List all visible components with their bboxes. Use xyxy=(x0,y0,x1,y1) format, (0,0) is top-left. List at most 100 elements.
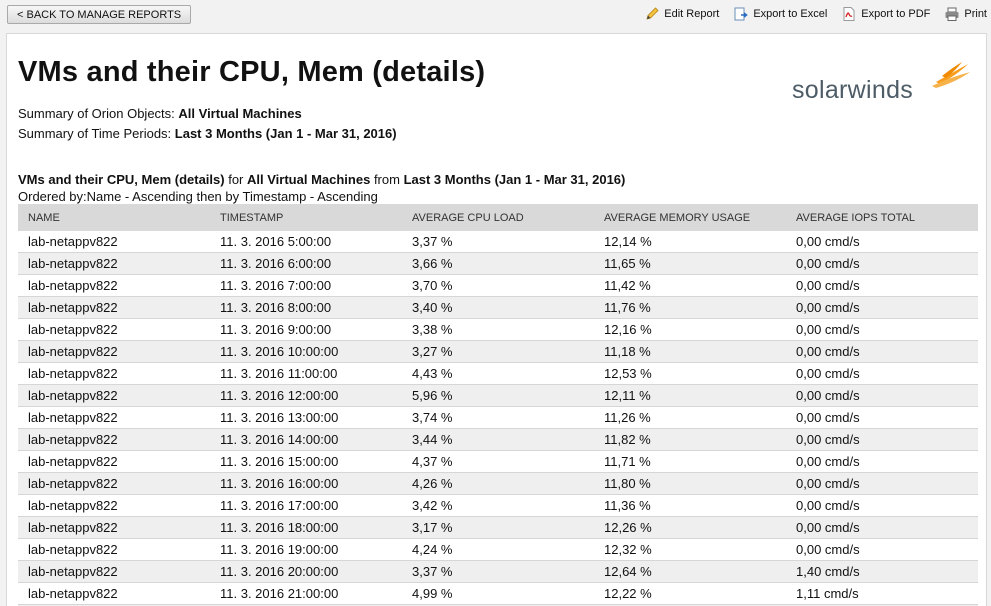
print-label: Print xyxy=(964,8,987,20)
section-for: for xyxy=(228,172,244,187)
ordered-by: Ordered by:Name - Ascending then by Time… xyxy=(18,189,378,204)
export-excel-label: Export to Excel xyxy=(753,8,828,20)
cell-name: lab-netappv822 xyxy=(18,538,210,561)
cell-memory-usage: 12,11 % xyxy=(594,384,786,407)
summary-objects-label: Summary of Orion Objects: xyxy=(18,106,175,121)
section-objects: All Virtual Machines xyxy=(247,172,371,187)
logo-flame-icon xyxy=(932,62,970,88)
cell-iops-total: 0,00 cmd/s xyxy=(786,362,978,385)
report-actions: Edit Report Export to Excel Export to PD… xyxy=(644,6,987,22)
table-row: lab-netappv822 11. 3. 2016 7:00:00 3,70 % 1… xyxy=(18,274,978,297)
cell-name: lab-netappv822 xyxy=(18,296,210,319)
cell-cpu-load: 3,37 % xyxy=(402,560,594,583)
table-row: lab-netappv822 11. 3. 2016 18:00:00 3,17 %… xyxy=(18,516,978,539)
table-row: lab-netappv822 11. 3. 2016 15:00:00 4,37 %… xyxy=(18,450,978,473)
cell-iops-total: 0,00 cmd/s xyxy=(786,516,978,539)
cell-memory-usage: 11,80 % xyxy=(594,472,786,495)
cell-name: lab-netappv822 xyxy=(18,406,210,429)
cell-iops-total: 0,00 cmd/s xyxy=(786,252,978,275)
edit-report-link[interactable]: Edit Report xyxy=(644,6,719,22)
table-row: lab-netappv822 11. 3. 2016 5:00:00 3,37 % 1… xyxy=(18,231,978,253)
summary-periods-label: Summary of Time Periods: xyxy=(18,126,172,141)
table-row: lab-netappv822 11. 3. 2016 10:00:00 3,27 %… xyxy=(18,340,978,363)
cell-iops-total: 0,00 cmd/s xyxy=(786,450,978,473)
cell-timestamp: 11. 3. 2016 10:00:00 xyxy=(210,340,402,363)
cell-name: lab-netappv822 xyxy=(18,428,210,451)
column-header-timestamp[interactable]: TIMESTAMP xyxy=(210,204,402,231)
section-from: from xyxy=(373,172,400,187)
cell-cpu-load: 3,42 % xyxy=(402,494,594,517)
cell-iops-total: 0,00 cmd/s xyxy=(786,428,978,451)
summary-periods: Summary of Time Periods: Last 3 Months (… xyxy=(18,126,397,141)
cell-cpu-load: 3,74 % xyxy=(402,406,594,429)
section-period: Last 3 Months (Jan 1 - Mar 31, 2016) xyxy=(403,172,626,187)
cell-memory-usage: 11,26 % xyxy=(594,406,786,429)
cell-name: lab-netappv822 xyxy=(18,494,210,517)
pdf-icon xyxy=(841,6,857,22)
cell-timestamp: 11. 3. 2016 8:00:00 xyxy=(210,296,402,319)
cell-cpu-load: 4,43 % xyxy=(402,362,594,385)
printer-icon xyxy=(944,6,960,22)
cell-timestamp: 11. 3. 2016 5:00:00 xyxy=(210,231,402,253)
cell-iops-total: 1,40 cmd/s xyxy=(786,560,978,583)
cell-timestamp: 11. 3. 2016 15:00:00 xyxy=(210,450,402,473)
report-table: NAME TIMESTAMP AVERAGE CPU LOAD AVERAGE … xyxy=(18,204,978,606)
table-row: lab-netappv822 11. 3. 2016 6:00:00 3,66 % 1… xyxy=(18,252,978,275)
export-pdf-link[interactable]: Export to PDF xyxy=(841,6,930,22)
summary-objects-value: All Virtual Machines xyxy=(178,106,302,121)
cell-memory-usage: 12,53 % xyxy=(594,362,786,385)
table-header-row: NAME TIMESTAMP AVERAGE CPU LOAD AVERAGE … xyxy=(18,204,978,231)
cell-timestamp: 11. 3. 2016 16:00:00 xyxy=(210,472,402,495)
cell-timestamp: 11. 3. 2016 18:00:00 xyxy=(210,516,402,539)
cell-timestamp: 11. 3. 2016 6:00:00 xyxy=(210,252,402,275)
cell-iops-total: 0,00 cmd/s xyxy=(786,296,978,319)
cell-cpu-load: 3,70 % xyxy=(402,274,594,297)
cell-memory-usage: 11,71 % xyxy=(594,450,786,473)
cell-memory-usage: 11,76 % xyxy=(594,296,786,319)
column-header-iops-total[interactable]: AVERAGE IOPS TOTAL xyxy=(786,204,978,231)
table-row: lab-netappv822 11. 3. 2016 20:00:00 3,37 %… xyxy=(18,560,978,583)
solarwinds-logo: solarwinds xyxy=(792,60,972,104)
cell-iops-total: 1,11 cmd/s xyxy=(786,582,978,605)
cell-cpu-load: 3,17 % xyxy=(402,516,594,539)
cell-memory-usage: 11,36 % xyxy=(594,494,786,517)
cell-timestamp: 11. 3. 2016 21:00:00 xyxy=(210,582,402,605)
cell-memory-usage: 12,32 % xyxy=(594,538,786,561)
cell-iops-total: 0,00 cmd/s xyxy=(786,231,978,253)
edit-report-label: Edit Report xyxy=(664,8,720,20)
cell-cpu-load: 3,38 % xyxy=(402,318,594,341)
cell-timestamp: 11. 3. 2016 14:00:00 xyxy=(210,428,402,451)
section-heading: VMs and their CPU, Mem (details) for All… xyxy=(18,172,625,187)
cell-cpu-load: 4,37 % xyxy=(402,450,594,473)
cell-cpu-load: 3,40 % xyxy=(402,296,594,319)
column-header-cpu-load[interactable]: AVERAGE CPU LOAD xyxy=(402,204,594,231)
top-toolbar: < BACK TO MANAGE REPORTS Edit Report Exp… xyxy=(0,0,991,32)
print-link[interactable]: Print xyxy=(944,6,987,22)
cell-timestamp: 11. 3. 2016 17:00:00 xyxy=(210,494,402,517)
column-header-memory-usage[interactable]: AVERAGE MEMORY USAGE xyxy=(594,204,786,231)
cell-name: lab-netappv822 xyxy=(18,252,210,275)
pencil-icon xyxy=(644,6,660,22)
cell-name: lab-netappv822 xyxy=(18,231,210,253)
cell-memory-usage: 12,64 % xyxy=(594,560,786,583)
report-title: VMs and their CPU, Mem (details) xyxy=(18,56,486,88)
summary-periods-value: Last 3 Months (Jan 1 - Mar 31, 2016) xyxy=(174,126,397,141)
table-row: lab-netappv822 11. 3. 2016 13:00:00 3,74 %… xyxy=(18,406,978,429)
cell-cpu-load: 3,66 % xyxy=(402,252,594,275)
cell-cpu-load: 3,37 % xyxy=(402,231,594,253)
cell-name: lab-netappv822 xyxy=(18,362,210,385)
export-excel-link[interactable]: Export to Excel xyxy=(733,6,827,22)
table-row: lab-netappv822 11. 3. 2016 9:00:00 3,38 % 1… xyxy=(18,318,978,341)
cell-timestamp: 11. 3. 2016 13:00:00 xyxy=(210,406,402,429)
back-to-manage-reports-button[interactable]: < BACK TO MANAGE REPORTS xyxy=(7,5,192,24)
cell-timestamp: 11. 3. 2016 19:00:00 xyxy=(210,538,402,561)
cell-iops-total: 0,00 cmd/s xyxy=(786,538,978,561)
cell-cpu-load: 3,27 % xyxy=(402,340,594,363)
table-row: lab-netappv822 11. 3. 2016 11:00:00 4,43 %… xyxy=(18,362,978,385)
cell-name: lab-netappv822 xyxy=(18,340,210,363)
cell-memory-usage: 11,82 % xyxy=(594,428,786,451)
cell-timestamp: 11. 3. 2016 7:00:00 xyxy=(210,274,402,297)
cell-cpu-load: 5,96 % xyxy=(402,384,594,407)
cell-cpu-load: 4,26 % xyxy=(402,472,594,495)
column-header-name[interactable]: NAME xyxy=(18,204,210,231)
